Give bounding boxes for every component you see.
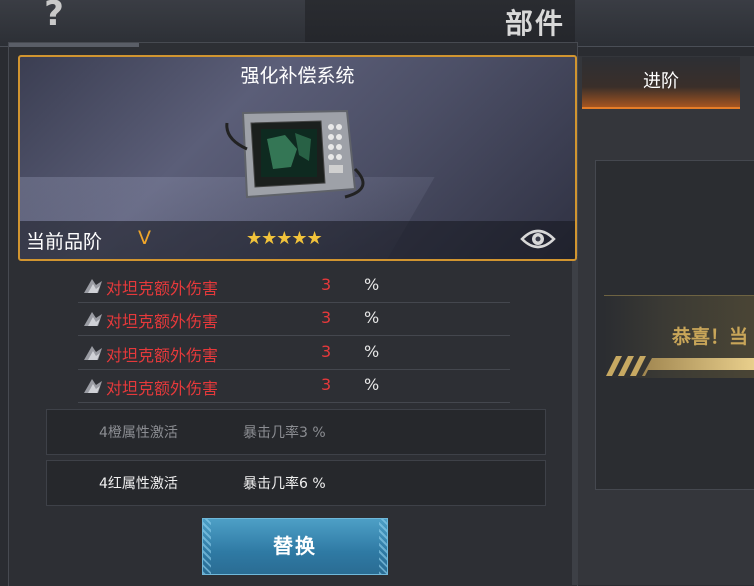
stat-value: 3 — [321, 375, 332, 394]
quality-bar: 当前品阶 V ★★★★★ — [20, 221, 575, 259]
stat-value: 3 — [321, 308, 332, 327]
stat-row: 对坦克额外伤害 3 % — [78, 269, 510, 303]
stat-unit: % — [364, 275, 380, 294]
star-rating: ★★★★★ — [246, 228, 323, 249]
page-title: 部件 — [505, 7, 566, 40]
eye-icon[interactable] — [520, 226, 556, 252]
stat-unit: % — [364, 342, 380, 361]
stat-name: 对坦克额外伤害 — [106, 312, 219, 331]
attack-bonus-icon — [84, 312, 102, 326]
stat-name: 对坦克额外伤害 — [106, 279, 219, 298]
tab-advance[interactable]: 进阶 — [582, 57, 740, 109]
set-bonus-effect: 暴击几率6 % — [243, 476, 326, 492]
replace-button-label: 替换 — [273, 534, 317, 558]
set-bonus-row-inactive: 4橙属性激活 暴击几率3 % — [46, 409, 546, 455]
quality-label: 当前品阶 — [26, 231, 103, 253]
quality-value: V — [138, 227, 151, 249]
stat-row: 对坦克额外伤害 3 % — [78, 369, 510, 403]
set-bonus-effect: 暴击几率3 % — [243, 425, 326, 441]
stat-row: 对坦克额外伤害 3 % — [78, 336, 510, 370]
congrats-text: 恭喜！当 — [672, 326, 749, 348]
stat-name: 对坦克额外伤害 — [106, 346, 219, 365]
stat-value: 3 — [321, 342, 332, 361]
button-hatch-right — [379, 519, 387, 574]
stat-name: 对坦克额外伤害 — [106, 379, 219, 398]
gold-stripes-decoration — [604, 356, 754, 376]
replace-button[interactable]: 替换 — [202, 518, 388, 575]
stat-unit: % — [364, 308, 380, 327]
stat-unit: % — [364, 375, 380, 394]
stat-row: 对坦克额外伤害 3 % — [78, 302, 510, 336]
item-name: 强化补偿系统 — [240, 65, 355, 87]
stat-value: 3 — [321, 275, 332, 294]
attack-bonus-icon — [84, 346, 102, 360]
set-bonus-name: 4红属性激活 — [99, 476, 178, 492]
button-hatch-left — [203, 519, 211, 574]
attack-bonus-icon — [84, 379, 102, 393]
set-bonus-row-active: 4红属性激活 暴击几率6 % — [46, 460, 546, 506]
radar-device-image — [225, 109, 365, 199]
set-bonus-name: 4橙属性激活 — [99, 425, 178, 441]
attack-bonus-icon — [84, 279, 102, 293]
panel-edge — [572, 256, 578, 585]
item-card: 强化补偿系统 当前品阶 V ★★★★★ — [18, 55, 577, 261]
help-button[interactable]: ? — [30, 0, 78, 34]
